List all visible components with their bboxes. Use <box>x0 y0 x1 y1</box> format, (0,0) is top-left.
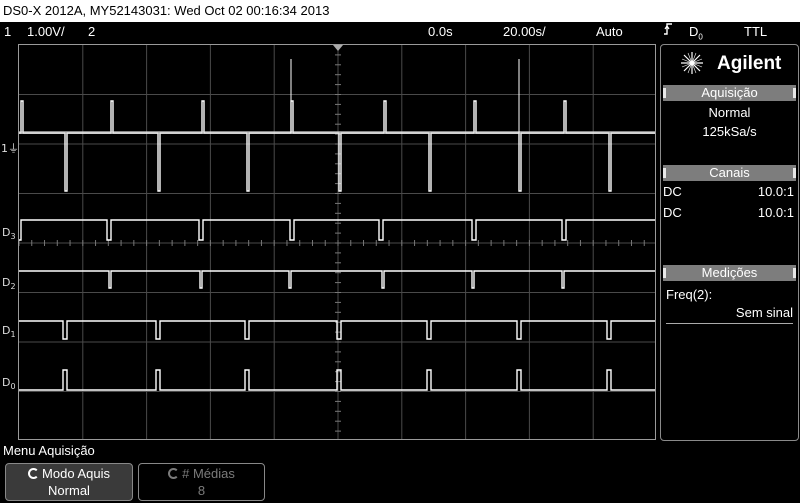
acquisition-rate: 125kSa/s <box>702 124 757 139</box>
measurements-header-label: Medições <box>701 265 758 280</box>
acquisition-mode: Normal <box>708 105 751 120</box>
digital-d3-label[interactable]: D3 <box>2 226 16 241</box>
channel1-probe: 10.0:1 <box>757 184 794 199</box>
brand-name: Agilent <box>717 53 782 74</box>
header-tab-right <box>793 268 796 278</box>
measurements-header[interactable]: Medições <box>663 265 796 281</box>
softkey-acquisition-mode[interactable]: Modo Aquis Normal <box>5 463 133 501</box>
digital-d1-label[interactable]: D1 <box>2 324 16 339</box>
header-tab-left <box>663 268 666 278</box>
trigger-mode[interactable]: Auto <box>596 22 623 41</box>
softkey-value: 8 <box>197 483 206 498</box>
header-tab-right <box>793 168 796 178</box>
digital-d2-label[interactable]: D2 <box>2 276 16 291</box>
channel1-ground-marker[interactable]: 1⏚ <box>1 140 19 156</box>
acquisition-header[interactable]: Aquisição <box>663 85 796 101</box>
softkey-label: Modo Aquis <box>42 466 110 481</box>
channel2-coupling: DC <box>663 205 682 220</box>
channel1-noise <box>19 131 655 134</box>
measurement-value: Sem sinal <box>735 305 793 320</box>
digital-d0-trace <box>19 369 655 391</box>
trigger-level[interactable]: TTL <box>744 22 767 41</box>
header-tab-left <box>663 168 666 178</box>
waveform-svg <box>19 45 655 439</box>
rotate-knob-icon <box>168 468 180 479</box>
channel2-probe: 10.0:1 <box>757 205 794 220</box>
header-tab-left <box>663 88 666 98</box>
measurement-label: Freq(2): <box>666 287 713 302</box>
header-tab-right <box>793 88 796 98</box>
channel1-coupling: DC <box>663 184 682 199</box>
volts-per-div[interactable]: 1.00V/ <box>27 22 65 41</box>
agilent-spark-icon <box>681 52 703 74</box>
info-side-panel: Agilent Aquisição Normal 125kSa/s Canais… <box>660 44 799 441</box>
trigger-position-marker <box>333 45 343 51</box>
softkey-value: Normal <box>48 483 90 498</box>
acquisition-header-label: Aquisição <box>701 85 758 100</box>
digital-d1-trace <box>19 320 655 340</box>
softkey-averages[interactable]: # Médias 8 <box>138 463 265 501</box>
window-title-bar: DS0-X 2012A, MY52143031: Wed Oct 02 00:1… <box>0 0 800 22</box>
ground-icon: ⏚ <box>8 142 19 155</box>
status-bar: 1 1.00V/ 2 0.0s 20.00s/ Auto D0 TTL <box>0 22 800 42</box>
menu-title: Menu Aquisição <box>3 443 95 458</box>
softkey-label: # Médias <box>182 466 235 481</box>
channel-number[interactable]: 1 <box>4 22 11 41</box>
time-offset[interactable]: 0.0s <box>428 22 453 41</box>
waveform-display[interactable] <box>18 44 656 440</box>
brand-logo: Agilent <box>661 45 800 81</box>
channel2-number[interactable]: 2 <box>88 22 95 41</box>
rotate-knob-icon <box>28 468 40 479</box>
trigger-edge-icon <box>663 22 673 41</box>
digital-d0-label[interactable]: D0 <box>2 376 16 391</box>
trigger-source[interactable]: D0 <box>689 22 703 47</box>
channels-header-label: Canais <box>709 165 750 180</box>
time-per-div[interactable]: 20.00s/ <box>503 22 546 41</box>
channels-header[interactable]: Canais <box>663 165 796 181</box>
measurement-divider <box>666 323 793 324</box>
